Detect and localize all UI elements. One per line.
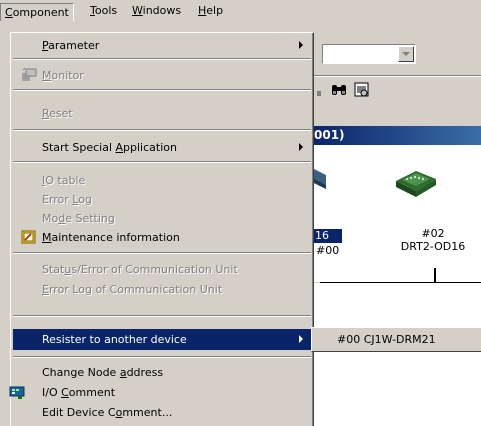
submenu-arrow-icon	[299, 143, 303, 151]
combo-dropdown-button[interactable]	[398, 46, 414, 62]
menu-item-error-log-communication-unit[interactable]: Error Log of Communication Unit	[13, 279, 311, 300]
device-icon-fragment	[314, 169, 326, 189]
menu-item-parameter[interactable]: Parameter	[13, 35, 311, 56]
network-canvas[interactable]	[312, 145, 481, 282]
toolbar-separator-highlight	[312, 76, 481, 77]
menu-component[interactable]: Component	[0, 3, 74, 21]
submenu-arrow-icon	[299, 41, 303, 49]
toolbar-icon-fragment[interactable]	[316, 82, 322, 98]
properties-icon[interactable]	[353, 82, 371, 98]
device-icon-drt2-od16[interactable]	[392, 169, 438, 199]
menu-separator	[13, 161, 311, 163]
maintenance-icon	[21, 230, 36, 244]
resister-submenu: #00 CJ1W-DRM21	[311, 327, 481, 352]
menu-item-status-error-communication-unit[interactable]: Status/Error of Communication Unit	[13, 259, 311, 280]
menu-item-change-node-address[interactable]: Change Node address	[13, 362, 311, 383]
device1-node: #00	[316, 244, 340, 257]
io-comment-icon	[9, 386, 25, 399]
device2-model: DRT2-OD16	[400, 240, 466, 253]
menu-item-io-comment[interactable]: I/O Comment	[9, 382, 311, 403]
menu-separator	[13, 129, 311, 131]
menu-separator	[13, 252, 311, 254]
device2-connector	[434, 268, 436, 283]
binoculars-icon[interactable]	[330, 82, 348, 98]
menu-item-edit-device-comment[interactable]: Edit Device Comment...	[13, 402, 311, 423]
menu-tools[interactable]: Tools	[90, 4, 117, 19]
menu-help[interactable]: Help	[198, 4, 223, 19]
submenu-item-cj1w-drm21[interactable]: #00 CJ1W-DRM21	[315, 330, 436, 349]
menu-windows[interactable]: Windows	[132, 4, 181, 19]
menu-item-start-special-application[interactable]: Start Special Application	[13, 137, 311, 158]
menu-separator	[13, 356, 311, 358]
window-title: 001)	[312, 126, 481, 145]
menu-item-maintenance-information[interactable]: Maintenance information	[13, 227, 311, 248]
menu-item-reset[interactable]: Reset	[13, 103, 311, 124]
canvas-lower-area	[312, 283, 481, 426]
menu-separator	[13, 315, 311, 317]
menu-bar: Component Tools Windows Help	[0, 0, 481, 21]
component-menu: Parameter Monitor Reset Start Special Ap…	[9, 32, 314, 426]
menu-item-monitor[interactable]: Monitor	[13, 65, 311, 86]
menu-item-mode-setting[interactable]: Mode Setting	[13, 208, 311, 229]
menu-item-error-log[interactable]: Error Log	[13, 189, 311, 210]
toolbar-combo[interactable]	[322, 44, 416, 64]
device1-label[interactable]: 16	[312, 229, 342, 243]
menu-separator	[13, 58, 311, 60]
menu-item-io-table[interactable]: IO table	[13, 170, 311, 191]
monitor-icon	[22, 67, 37, 81]
menu-item-resister-to-another-device[interactable]: Resister to another device	[13, 329, 311, 350]
device2-node: #02	[421, 227, 445, 240]
menu-separator	[13, 89, 311, 91]
submenu-arrow-icon	[299, 335, 303, 343]
